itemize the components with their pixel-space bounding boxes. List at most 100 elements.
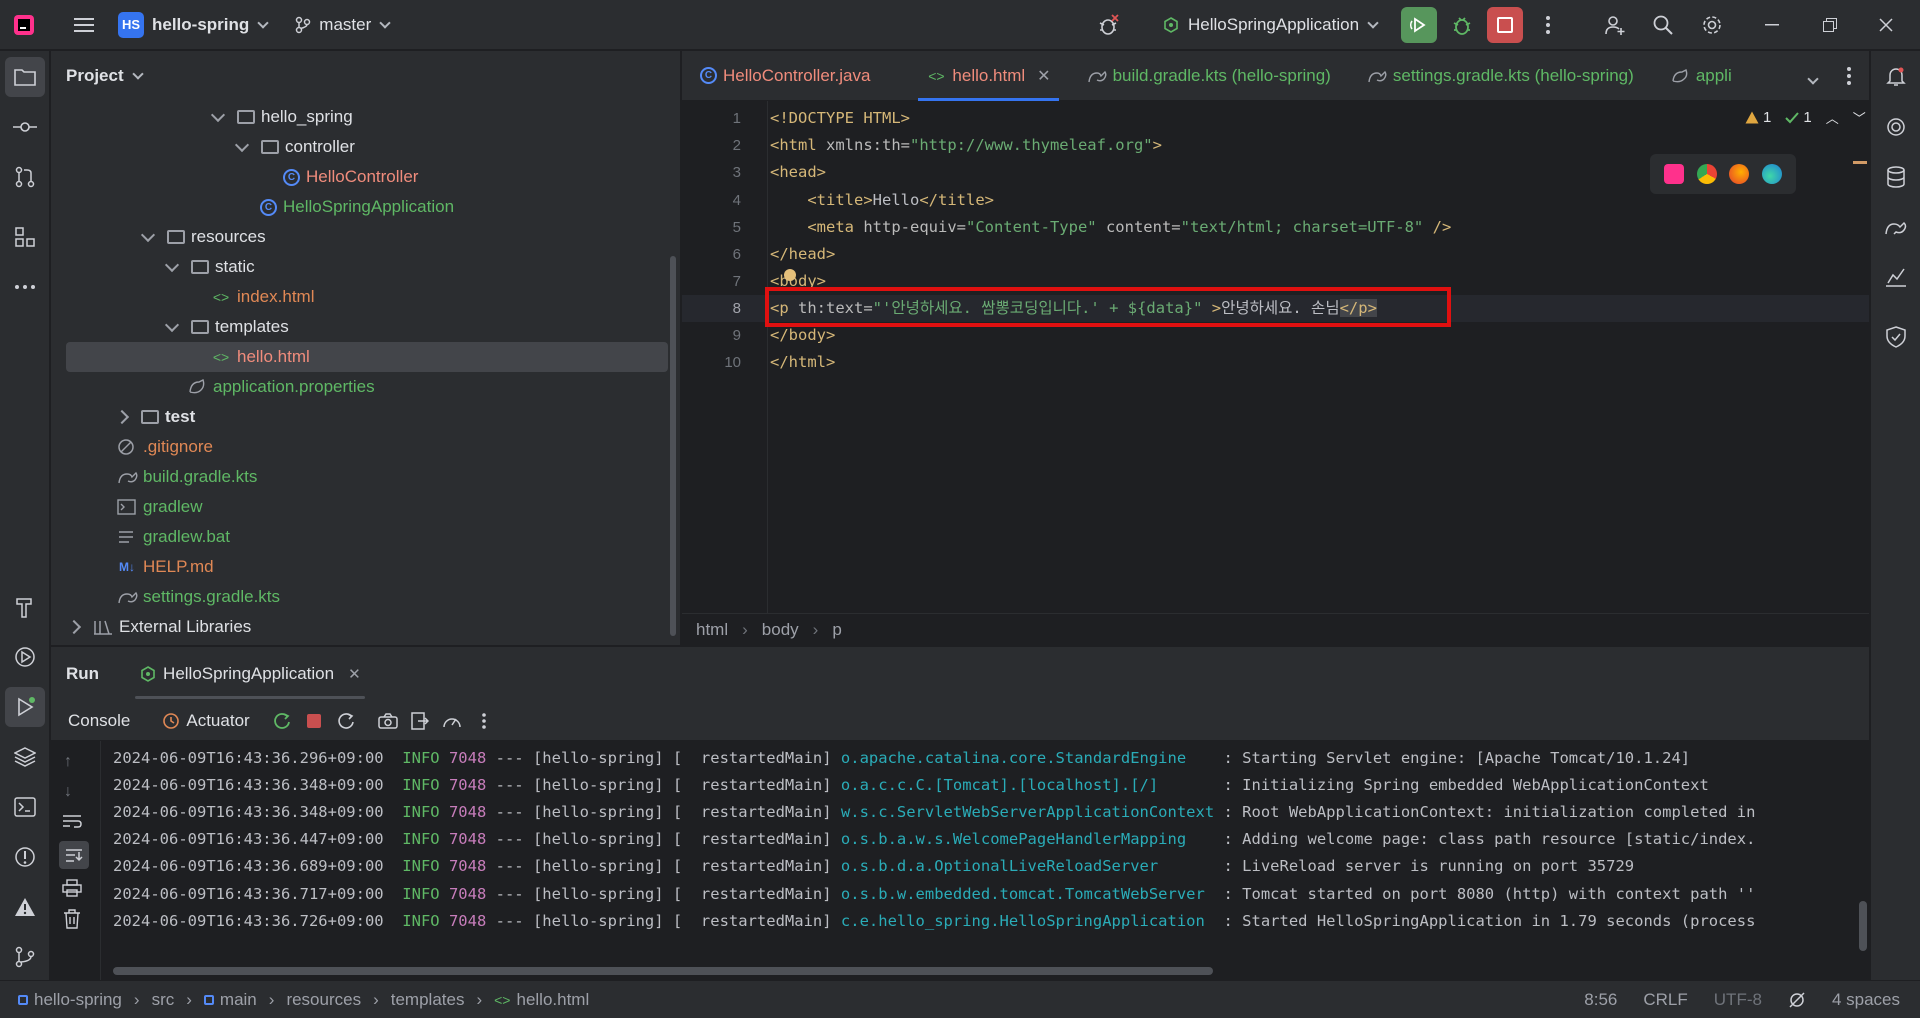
edge-icon[interactable] [1761,164,1782,184]
scroll-up-icon[interactable]: ↑ [64,753,72,771]
tree-item-static[interactable]: static [51,252,671,282]
tab-hello-controller-java[interactable]: C HelloController.java [682,51,888,101]
tab-settings-gradle-kts[interactable]: settings.gradle.kts (hello-spring) [1349,51,1652,101]
more-options-icon[interactable] [468,701,500,741]
branch-switcher[interactable]: master [267,0,391,50]
firefox-icon[interactable] [1729,164,1750,184]
actuator-tab[interactable]: Actuator [162,711,250,731]
breadcrumb-item[interactable]: body [762,620,799,640]
tree-item-gradlew[interactable]: gradlew [51,492,671,522]
build-hammer-icon[interactable] [5,587,45,627]
project-scrollbar[interactable] [670,256,676,636]
previous-highlight-icon[interactable]: ︿ [1826,108,1839,127]
rerun-button[interactable] [1401,7,1437,43]
clear-trash-icon[interactable] [63,909,81,934]
main-menu-icon[interactable] [60,5,108,45]
performance-gauge-icon[interactable] [436,701,468,741]
tree-item-external-libraries[interactable]: External Libraries [51,612,671,642]
status-crumb[interactable]: hello-spring [34,990,122,1010]
structure-tool-icon[interactable] [5,217,45,257]
tree-item-application-properties[interactable]: application.properties [51,372,671,402]
tree-item-resources[interactable]: resources [51,222,671,252]
status-crumb[interactable]: resources [286,990,361,1010]
stop-icon[interactable] [298,701,330,741]
debug-disabled-icon[interactable] [1088,5,1128,45]
tree-item-controller-package[interactable]: controller [51,132,671,162]
tree-item-hello-spring-package[interactable]: hello_spring [51,102,671,132]
close-window-icon[interactable] [1866,5,1906,45]
tree-item-hello-html[interactable]: <> hello.html [66,342,668,372]
tree-item-hello-controller[interactable]: C HelloController [51,162,671,192]
file-encoding[interactable]: UTF-8 [1714,990,1762,1010]
tree-item-index-html[interactable]: <> index.html [51,282,671,312]
services-icon[interactable] [5,637,45,677]
problems-icon[interactable] [5,837,45,877]
terminal-icon[interactable] [5,787,45,827]
breadcrumb-item[interactable]: html [696,620,728,640]
more-actions-icon[interactable] [1528,5,1568,45]
tree-item-templates[interactable]: templates [51,312,671,342]
more-tools-icon[interactable] [5,267,45,307]
gradle-icon[interactable] [1876,207,1916,247]
camera-icon[interactable] [372,701,404,741]
tree-item-gitignore[interactable]: .gitignore [51,432,671,462]
scroll-to-end-icon[interactable] [59,841,89,869]
tree-item-gradlew-bat[interactable]: gradlew.bat [51,522,671,552]
close-tab-icon[interactable]: ✕ [348,665,361,683]
debug-button[interactable] [1442,5,1482,45]
pull-requests-icon[interactable] [5,157,45,197]
status-crumb[interactable]: main [220,990,257,1010]
soft-wrap-icon[interactable] [62,813,82,834]
scroll-down-icon[interactable]: ↓ [64,783,72,801]
ai-assistant-icon[interactable] [1876,107,1916,147]
tree-item-hello-spring-application[interactable]: C HelloSpringApplication [51,192,671,222]
search-icon[interactable] [1643,5,1683,45]
git-icon[interactable] [5,937,45,977]
tree-item-test[interactable]: test [51,402,671,432]
run-config-selector[interactable]: HelloSpringApplication [1162,0,1379,50]
tab-hello-html[interactable]: <> hello.html ✕ [908,51,1068,101]
restart-icon[interactable] [330,701,362,741]
project-tool-icon[interactable] [5,57,45,97]
restore-icon[interactable] [1810,5,1850,45]
inspection-widget[interactable]: 1 1 ︿ ﹀ [1745,108,1866,127]
run-tool-icon[interactable] [5,687,45,727]
intention-bulb-icon[interactable] [784,269,796,281]
notifications-bell-icon[interactable] [1876,57,1916,97]
console-vertical-scrollbar[interactable] [1859,901,1867,951]
commit-tool-icon[interactable] [5,107,45,147]
tree-item-build-gradle-kts[interactable]: build.gradle.kts [51,462,671,492]
security-shield-icon[interactable] [1876,317,1916,357]
warning-icon[interactable] [5,887,45,927]
console-horizontal-scrollbar[interactable] [113,967,1213,975]
print-icon[interactable] [62,879,82,902]
close-tab-icon[interactable]: ✕ [1037,66,1050,86]
add-user-icon[interactable] [1595,5,1635,45]
run-config-tab[interactable]: HelloSpringApplication ✕ [135,647,365,701]
status-crumb[interactable]: src [152,990,175,1010]
status-crumb[interactable]: hello.html [516,990,589,1010]
console-output[interactable]: 2024-06-09T16:43:36.296+09:00 INFO 7048 … [101,741,1869,981]
no-highlighting-icon[interactable] [1788,991,1806,1009]
database-icon[interactable] [1876,157,1916,197]
layers-icon[interactable] [5,737,45,777]
tabs-more-icon[interactable] [1847,67,1851,90]
line-separator[interactable]: CRLF [1643,990,1687,1010]
tabs-overflow-chevron-icon[interactable] [1807,68,1819,88]
settings-gear-icon[interactable] [1692,5,1732,45]
warning-stripe-marker[interactable] [1853,161,1867,164]
project-switcher[interactable]: HS hello-spring [108,0,269,50]
project-panel-header[interactable]: Project [51,51,680,101]
indent-setting[interactable]: 4 spaces [1832,990,1900,1010]
tab-build-gradle-kts[interactable]: build.gradle.kts (hello-spring) [1069,51,1349,101]
app-logo[interactable] [0,0,60,50]
tab-application-properties[interactable]: appli [1652,51,1742,101]
intellij-browser-icon[interactable] [1664,164,1685,184]
minimize-icon[interactable] [1752,5,1792,45]
tree-item-settings-gradle-kts[interactable]: settings.gradle.kts [51,582,671,612]
console-tab[interactable]: Console [68,711,130,731]
chrome-icon[interactable] [1696,164,1717,184]
exit-icon[interactable] [404,701,436,741]
status-crumb[interactable]: templates [391,990,465,1010]
rerun-icon[interactable] [266,701,298,741]
